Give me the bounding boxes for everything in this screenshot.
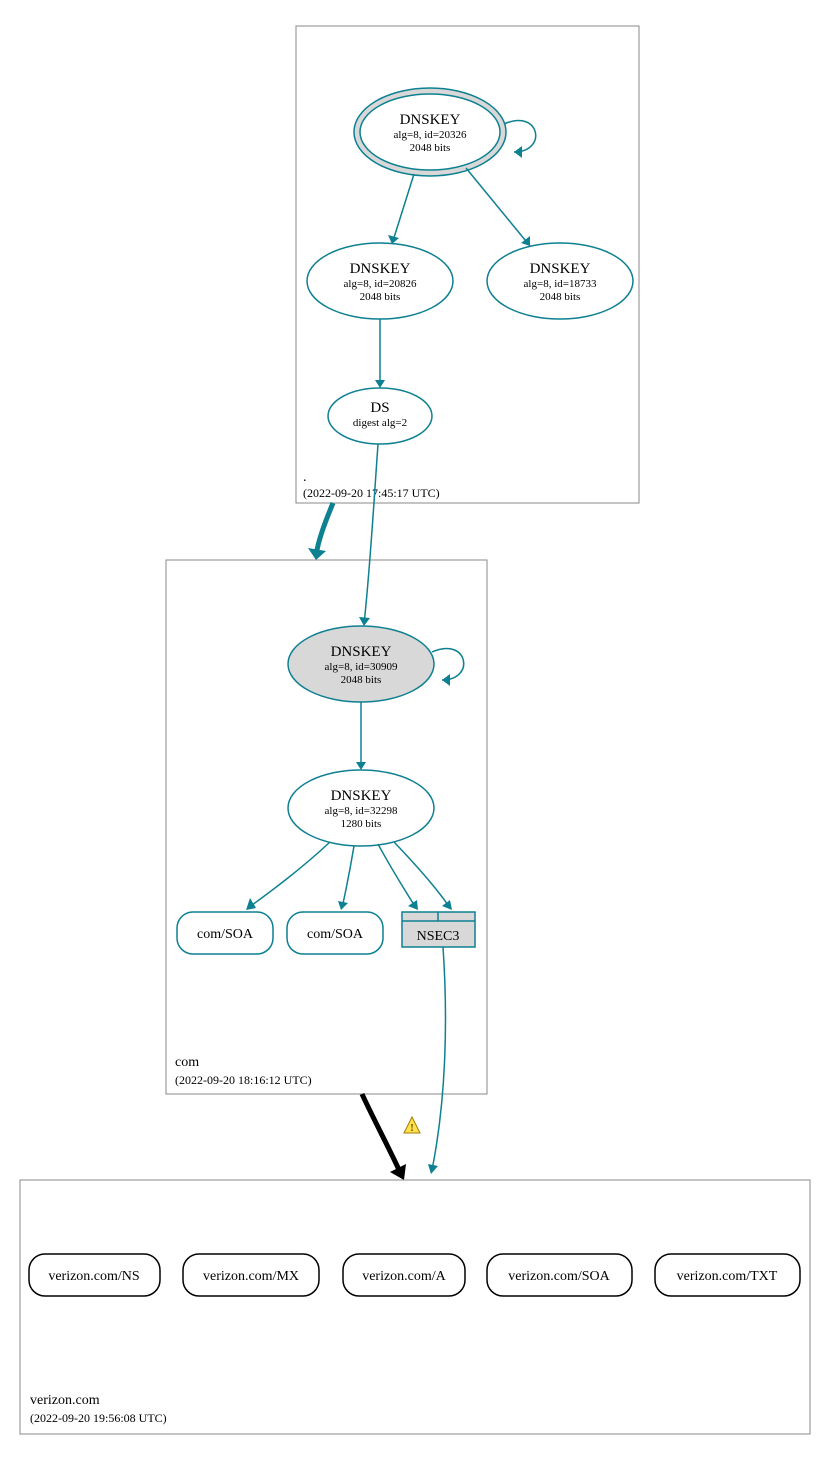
- svg-text:com/SOA: com/SOA: [197, 927, 254, 942]
- svg-text:digest alg=2: digest alg=2: [353, 417, 407, 429]
- svg-text:alg=8, id=20326: alg=8, id=20326: [394, 129, 467, 141]
- node-verizon-soa: verizon.com/SOA: [487, 1254, 632, 1296]
- zone-root-timestamp: (2022-09-20 17:45:17 UTC): [303, 486, 440, 500]
- edge-rootksk-zsk1: [392, 174, 414, 244]
- edge-comzsk-nsec3-a: [378, 844, 416, 908]
- node-root-zsk2: DNSKEY alg=8, id=18733 2048 bits: [487, 243, 633, 319]
- node-com-soa2: com/SOA: [287, 912, 383, 954]
- edge-root-ksk-selfloop: [504, 120, 536, 152]
- edge-comzsk-soa2: [342, 846, 354, 908]
- svg-text:DNSKEY: DNSKEY: [400, 112, 461, 128]
- edge-ds-comksk: [364, 444, 378, 624]
- svg-text:DNSKEY: DNSKEY: [350, 261, 411, 277]
- svg-text:2048 bits: 2048 bits: [540, 291, 581, 303]
- node-verizon-ns: verizon.com/NS: [29, 1254, 160, 1296]
- node-com-soa1: com/SOA: [177, 912, 273, 954]
- svg-text:1280 bits: 1280 bits: [341, 818, 382, 830]
- svg-text:verizon.com/MX: verizon.com/MX: [203, 1269, 299, 1284]
- svg-text:NSEC3: NSEC3: [417, 929, 460, 944]
- svg-text:alg=8, id=30909: alg=8, id=30909: [325, 661, 398, 673]
- zone-verizon-timestamp: (2022-09-20 19:56:08 UTC): [30, 1411, 167, 1425]
- svg-text:2048 bits: 2048 bits: [410, 142, 451, 154]
- node-com-ksk: DNSKEY alg=8, id=30909 2048 bits: [288, 626, 434, 702]
- edge-com-ksk-selfloop: [432, 648, 464, 680]
- edge-root-to-com-delegation: [316, 503, 333, 556]
- zone-com-label: com: [175, 1055, 199, 1070]
- svg-text:com/SOA: com/SOA: [307, 927, 364, 942]
- svg-text:DNSKEY: DNSKEY: [331, 644, 392, 660]
- zone-root-label: .: [303, 470, 307, 485]
- edge-comzsk-nsec3-b: [394, 842, 450, 908]
- node-root-zsk1: DNSKEY alg=8, id=20826 2048 bits: [307, 243, 453, 319]
- edge-nsec3-verizon: [432, 947, 445, 1170]
- node-com-zsk: DNSKEY alg=8, id=32298 1280 bits: [288, 770, 434, 846]
- node-root-ksk: DNSKEY alg=8, id=20326 2048 bits: [354, 88, 506, 176]
- node-verizon-mx: verizon.com/MX: [183, 1254, 319, 1296]
- svg-text:alg=8, id=20826: alg=8, id=20826: [344, 278, 417, 290]
- svg-text:verizon.com/TXT: verizon.com/TXT: [677, 1269, 778, 1284]
- arrow-root-ksk-selfloop: [514, 146, 522, 158]
- svg-text:2048 bits: 2048 bits: [341, 674, 382, 686]
- svg-text:!: !: [410, 1123, 413, 1134]
- svg-text:alg=8, id=18733: alg=8, id=18733: [524, 278, 597, 290]
- node-nsec3: NSEC3: [402, 912, 475, 947]
- node-verizon-txt: verizon.com/TXT: [655, 1254, 800, 1296]
- zone-verizon-box: [20, 1180, 810, 1434]
- edge-rootksk-zsk2: [466, 168, 530, 246]
- zone-verizon-label: verizon.com: [30, 1393, 100, 1408]
- svg-text:DNSKEY: DNSKEY: [331, 788, 392, 804]
- svg-text:verizon.com/NS: verizon.com/NS: [48, 1269, 139, 1284]
- svg-text:DNSKEY: DNSKEY: [530, 261, 591, 277]
- svg-text:verizon.com/A: verizon.com/A: [362, 1269, 446, 1284]
- svg-text:DS: DS: [370, 400, 389, 416]
- node-verizon-a: verizon.com/A: [343, 1254, 465, 1296]
- warning-icon: !: [404, 1117, 420, 1134]
- edge-comzsk-soa1: [248, 842, 330, 908]
- zone-com-timestamp: (2022-09-20 18:16:12 UTC): [175, 1073, 312, 1087]
- svg-text:2048 bits: 2048 bits: [360, 291, 401, 303]
- dnssec-diagram: . (2022-09-20 17:45:17 UTC) DNSKEY alg=8…: [0, 0, 833, 1473]
- node-ds: DS digest alg=2: [328, 388, 432, 444]
- svg-text:verizon.com/SOA: verizon.com/SOA: [508, 1269, 610, 1284]
- edge-com-to-verizon-delegation: [362, 1094, 400, 1172]
- svg-text:alg=8, id=32298: alg=8, id=32298: [325, 805, 398, 817]
